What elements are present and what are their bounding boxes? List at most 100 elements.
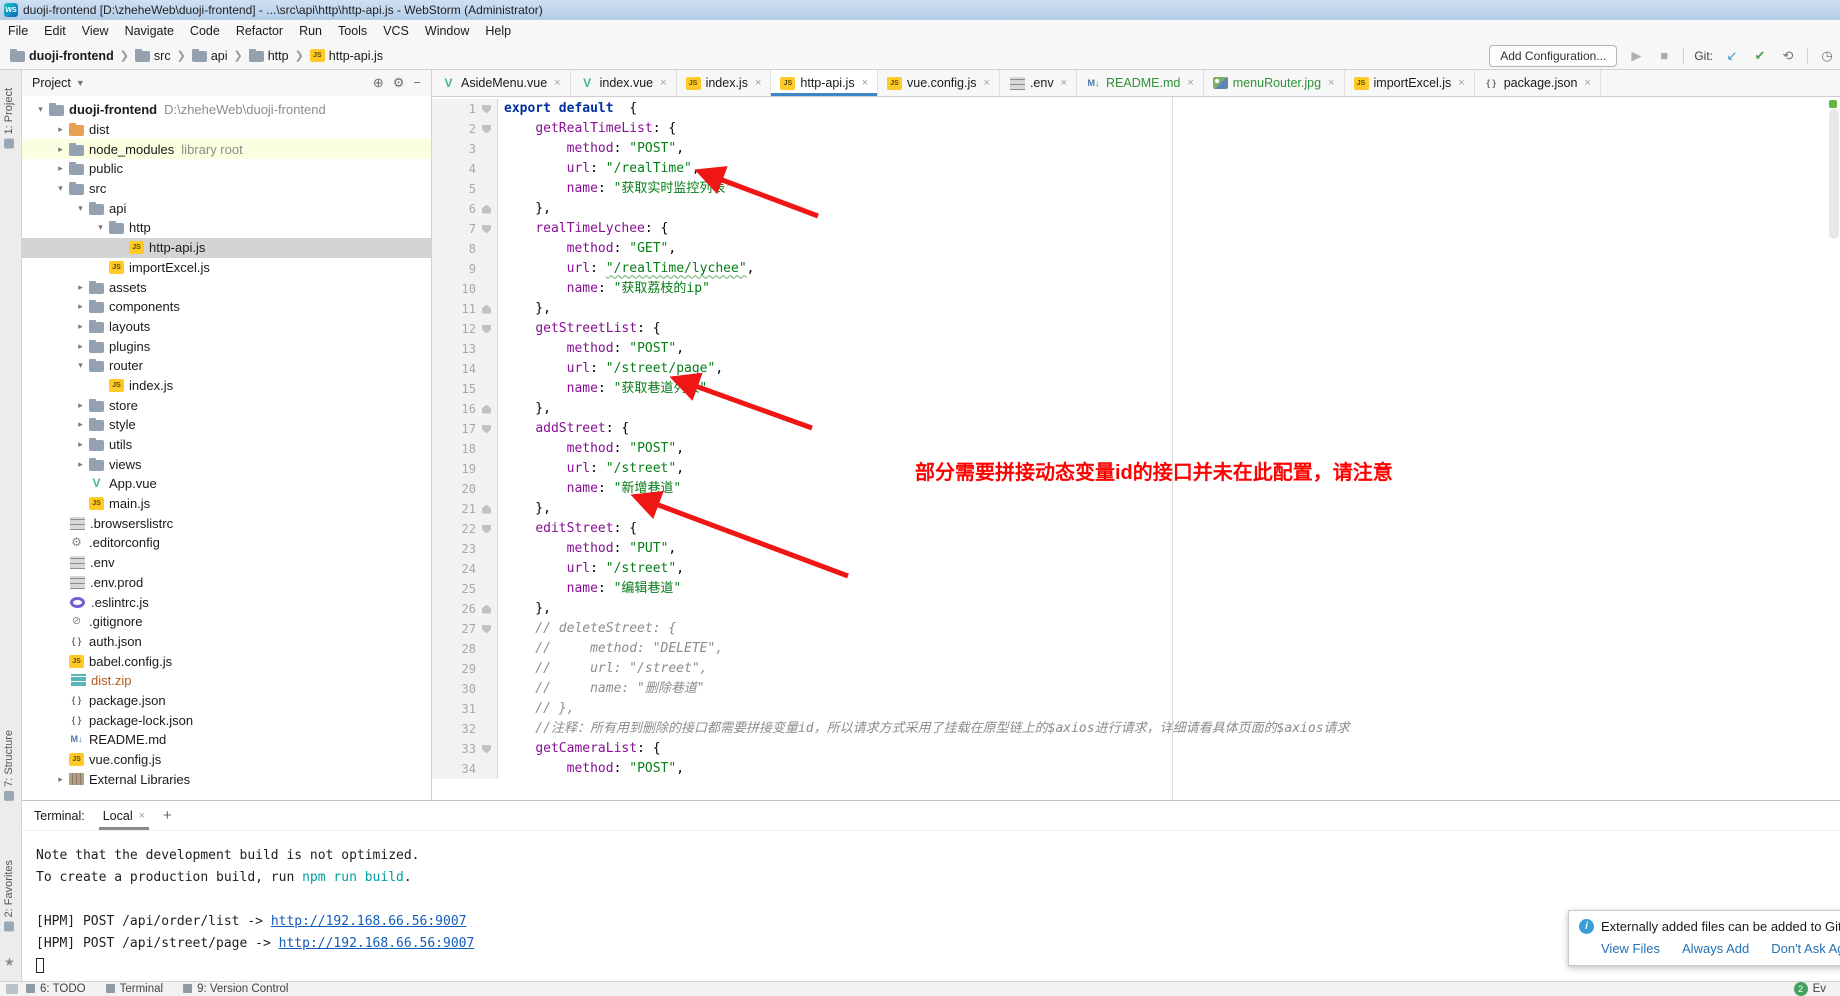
project-toolwindow-button[interactable]: 1: Project — [3, 88, 15, 148]
tree-chevron-icon[interactable]: ▾ — [72, 203, 89, 214]
close-icon[interactable]: × — [1458, 77, 1464, 89]
tree-item-router[interactable]: ▾router — [22, 356, 431, 376]
tree-chevron-icon[interactable]: ▾ — [32, 104, 49, 115]
editor-tab-index.js[interactable]: JSindex.js× — [677, 70, 772, 96]
tree-item-components[interactable]: ▸components — [22, 297, 431, 317]
toolwindow-switcher-icon[interactable] — [6, 984, 18, 994]
tree-chevron-icon[interactable]: ▸ — [72, 400, 89, 411]
code-line[interactable]: 10 name: "获取荔枝的ip" — [432, 279, 1840, 299]
breadcrumb-item-api[interactable]: api — [192, 49, 228, 63]
notification-action-don-t-ask-again[interactable]: Don't Ask Again — [1771, 941, 1840, 956]
close-icon[interactable]: × — [1061, 77, 1067, 89]
code-line[interactable]: 25 name: "编辑巷道" — [432, 579, 1840, 599]
fold-column[interactable] — [482, 325, 497, 334]
code-line[interactable]: 27 // deleteStreet: { — [432, 619, 1840, 639]
tree-item-App.vue[interactable]: VApp.vue — [22, 474, 431, 494]
tree-item-package-lock.json[interactable]: { }package-lock.json — [22, 710, 431, 730]
code-line[interactable]: 3 method: "POST", — [432, 139, 1840, 159]
tree-item-index.js[interactable]: JSindex.js — [22, 376, 431, 396]
star-icon[interactable]: ★ — [4, 955, 15, 969]
fold-column[interactable] — [482, 205, 497, 214]
editor-tab-README.md[interactable]: M↓README.md× — [1077, 70, 1204, 96]
tree-item-style[interactable]: ▸style — [22, 415, 431, 435]
fold-column[interactable] — [482, 305, 497, 314]
tree-chevron-icon[interactable]: ▾ — [52, 183, 69, 194]
tree-item-.eslintrc.js[interactable]: .eslintrc.js — [22, 592, 431, 612]
close-icon[interactable]: × — [984, 77, 990, 89]
tree-item-node_modules[interactable]: ▸node_moduleslibrary root — [22, 139, 431, 159]
fold-marker-icon[interactable] — [482, 105, 491, 114]
fold-column[interactable] — [482, 525, 497, 534]
fold-marker-icon[interactable] — [482, 325, 491, 334]
fold-marker-icon[interactable] — [482, 405, 491, 414]
tree-item-assets[interactable]: ▸assets — [22, 277, 431, 297]
tree-chevron-icon[interactable]: ▸ — [72, 341, 89, 352]
editor-tab-package.json[interactable]: { }package.json× — [1475, 70, 1601, 96]
tree-item-.env.prod[interactable]: .env.prod — [22, 573, 431, 593]
tree-item-.editorconfig[interactable]: ⚙.editorconfig — [22, 533, 431, 553]
fold-column[interactable] — [482, 405, 497, 414]
tree-item-importExcel.js[interactable]: JSimportExcel.js — [22, 258, 431, 278]
code-line[interactable]: 2 getRealTimeList: { — [432, 119, 1840, 139]
stop-icon[interactable]: ■ — [1655, 48, 1673, 63]
menu-item-help[interactable]: Help — [477, 22, 519, 40]
close-icon[interactable]: × — [1187, 77, 1193, 89]
code-line[interactable]: 24 url: "/street", — [432, 559, 1840, 579]
close-icon[interactable]: × — [554, 77, 560, 89]
tree-item-views[interactable]: ▸views — [22, 454, 431, 474]
commit-icon[interactable]: ✔ — [1751, 48, 1769, 64]
editor-tab-importExcel.js[interactable]: JSimportExcel.js× — [1345, 70, 1475, 96]
tree-chevron-icon[interactable]: ▸ — [72, 459, 89, 470]
tree-chevron-icon[interactable]: ▾ — [72, 360, 89, 371]
tree-item-src[interactable]: ▾src — [22, 179, 431, 199]
editor-tab-AsideMenu.vue[interactable]: VAsideMenu.vue× — [432, 70, 571, 96]
tree-item-duoji-frontend[interactable]: ▾duoji-frontendD:\zheheWeb\duoji-fronten… — [22, 100, 431, 120]
tree-item-http[interactable]: ▾http — [22, 218, 431, 238]
settings-icon[interactable]: ⚙ — [393, 75, 405, 91]
terminal-tab-local[interactable]: Local × — [99, 801, 149, 830]
tree-item-public[interactable]: ▸public — [22, 159, 431, 179]
fold-column[interactable] — [482, 425, 497, 434]
new-terminal-button[interactable]: + — [163, 807, 172, 824]
tree-item-dist[interactable]: ▸dist — [22, 120, 431, 140]
terminal-link[interactable]: http://192.168.66.56:9007 — [271, 914, 467, 929]
structure-toolwindow-button[interactable]: 7: Structure — [3, 730, 15, 801]
update-project-icon[interactable]: ↙ — [1723, 48, 1741, 64]
tree-item-auth.json[interactable]: { }auth.json — [22, 632, 431, 652]
code-line[interactable]: 6 }, — [432, 199, 1840, 219]
breadcrumb-item-http[interactable]: http — [249, 49, 289, 63]
fold-column[interactable] — [482, 105, 497, 114]
code-line[interactable]: 8 method: "GET", — [432, 239, 1840, 259]
code-line[interactable]: 23 method: "PUT", — [432, 539, 1840, 559]
close-icon[interactable]: × — [139, 810, 145, 822]
breadcrumb-item-duoji-frontend[interactable]: duoji-frontend — [10, 49, 114, 63]
code-line[interactable]: 21 }, — [432, 499, 1840, 519]
editor-scrollbar[interactable] — [1829, 109, 1839, 239]
menu-item-run[interactable]: Run — [291, 22, 330, 40]
fold-column[interactable] — [482, 505, 497, 514]
tree-chevron-icon[interactable]: ▸ — [72, 301, 89, 312]
close-icon[interactable]: × — [862, 77, 868, 89]
tree-item-babel.config.js[interactable]: JSbabel.config.js — [22, 651, 431, 671]
fold-column[interactable] — [482, 625, 497, 634]
menu-item-navigate[interactable]: Navigate — [117, 22, 182, 40]
hide-icon[interactable]: − — [413, 75, 421, 91]
fold-marker-icon[interactable] — [482, 125, 491, 134]
statusbar-item-terminal[interactable]: Terminal — [106, 983, 163, 995]
editor[interactable]: 1export default {2 getRealTimeList: {3 m… — [432, 97, 1840, 800]
editor-tab-vue.config.js[interactable]: JSvue.config.js× — [878, 70, 1000, 96]
close-icon[interactable]: × — [660, 77, 666, 89]
event-count-badge[interactable]: 2 — [1794, 982, 1808, 996]
editor-tab-http-api.js[interactable]: JShttp-api.js× — [771, 70, 878, 96]
code-line[interactable]: 12 getStreetList: { — [432, 319, 1840, 339]
tree-item-.gitignore[interactable]: ⊘.gitignore — [22, 612, 431, 632]
tree-item-utils[interactable]: ▸utils — [22, 435, 431, 455]
menu-item-view[interactable]: View — [74, 22, 117, 40]
rollback-icon[interactable]: ⟲ — [1779, 48, 1797, 64]
menu-item-vcs[interactable]: VCS — [375, 22, 417, 40]
tree-item-External Libraries[interactable]: ▸External Libraries — [22, 769, 431, 789]
fold-marker-icon[interactable] — [482, 525, 491, 534]
notification-action-always-add[interactable]: Always Add — [1682, 941, 1749, 956]
code-line[interactable]: 5 name: "获取实时监控列表" — [432, 179, 1840, 199]
code-line[interactable]: 14 url: "/street/page", — [432, 359, 1840, 379]
